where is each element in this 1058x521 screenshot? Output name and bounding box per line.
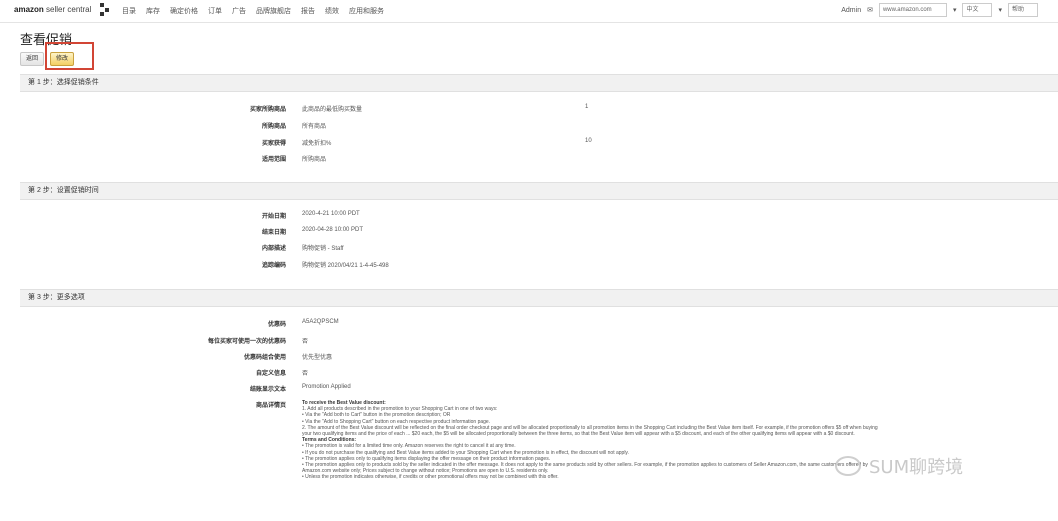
field-value: 2020-04-28 10:00 PDT [302, 227, 364, 233]
field-label: 适用范围 [261, 157, 286, 163]
field-extra: 10 [585, 138, 592, 144]
top-right-controls: Admin ✉ www.amazon.com ▾ 中文 ▾ 帮助 [841, 3, 1038, 17]
nav-item-apps[interactable]: 应用和服务 [349, 6, 384, 16]
step2-section: 第 2 步：设置促销时间 开始日期 2020-4-21 10:00 PDT 结束… [20, 182, 1058, 282]
logo-suffix: seller central [46, 5, 92, 14]
nav-item-pricing[interactable]: 确定价格 [170, 6, 198, 16]
field-value: 购物促销 - Staff [302, 246, 344, 252]
seller-central-logo[interactable]: amazon seller central [14, 5, 91, 14]
marketplace-select[interactable]: www.amazon.com [878, 3, 947, 17]
mail-icon[interactable]: ✉ [867, 6, 873, 14]
field-extra: 1 [585, 104, 589, 110]
language-select[interactable]: 中文 [962, 3, 993, 17]
field-label: 每位买家可使用一次的优惠码 [207, 339, 286, 345]
main-menu: 目录 库存 确定价格 订单 广告 品牌旗舰店 报告 绩效 应用和服务 [122, 6, 384, 16]
flag-icon [100, 3, 110, 17]
nav-item-advertising[interactable]: 广告 [232, 6, 246, 16]
field-label: 自定义信息 [255, 371, 286, 377]
nav-item-catalog[interactable]: 目录 [122, 6, 136, 16]
field-value: 所有商品 [302, 124, 327, 130]
field-value: 否 [302, 339, 309, 345]
field-label: 买家获得 [261, 141, 286, 147]
step2-heading: 第 2 步：设置促销时间 [20, 182, 1058, 200]
field-label: 买家所购商品 [249, 107, 286, 113]
watermark-text: SUM聊跨境 [869, 457, 964, 478]
field-value: 否 [302, 371, 309, 377]
chevron-down-icon: ▾ [952, 7, 957, 14]
field-value: 减免折扣% [302, 141, 332, 147]
step3-section: 第 3 步：更多选项 优惠码 A5A2QPSCM 每位买家可使用一次的优惠码 否… [20, 289, 1058, 521]
highlight-box [45, 42, 94, 70]
step1-heading: 第 1 步：选择促销条件 [20, 74, 1058, 92]
field-value: 所购商品 [302, 157, 327, 163]
back-button[interactable]: 返回 [20, 52, 45, 66]
nav-item-orders[interactable]: 订单 [208, 6, 222, 16]
account-label: Admin [841, 6, 862, 14]
field-label: 结束日期 [261, 230, 286, 236]
logo-brand: amazon [14, 5, 44, 14]
help-select[interactable]: 帮助 [1008, 3, 1038, 17]
field-label: 内部描述 [261, 246, 286, 252]
field-value: 购物促销 2020/04/21 1-4-45-498 [302, 263, 389, 269]
field-value: 此商品的最低购买数量 [302, 107, 363, 113]
chevron-down-icon: ▾ [998, 7, 1002, 14]
field-label: 开始日期 [261, 214, 286, 220]
nav-item-performance[interactable]: 绩效 [325, 6, 339, 16]
field-value: A5A2QPSCM [302, 319, 339, 325]
field-value: 优先型优惠 [302, 355, 333, 361]
nav-item-reports[interactable]: 报告 [301, 6, 315, 16]
field-label: 所购商品 [261, 124, 286, 130]
field-label: 追踪编码 [261, 263, 286, 269]
step1-section: 第 1 步：选择促销条件 买家所购商品 此商品的最低购买数量 1 所购商品 所有… [20, 74, 1058, 174]
field-label: 优惠码组合使用 [243, 355, 286, 361]
watermark: SUM聊跨境 [835, 453, 963, 479]
nav-item-stores[interactable]: 品牌旗舰店 [256, 6, 291, 16]
field-label: 优惠码 [267, 322, 286, 328]
nav-item-inventory[interactable]: 库存 [146, 6, 160, 16]
step3-heading: 第 3 步：更多选项 [20, 289, 1058, 307]
field-value: Promotion Applied [302, 384, 351, 390]
top-navigation-bar: amazon seller central 目录 库存 确定价格 订单 广告 品… [0, 0, 1058, 23]
wechat-icon [835, 456, 861, 476]
field-label: 结账显示文本 [249, 387, 286, 393]
field-value: 2020-4-21 10:00 PDT [302, 211, 360, 217]
field-label: 商品详情页 [255, 403, 286, 409]
